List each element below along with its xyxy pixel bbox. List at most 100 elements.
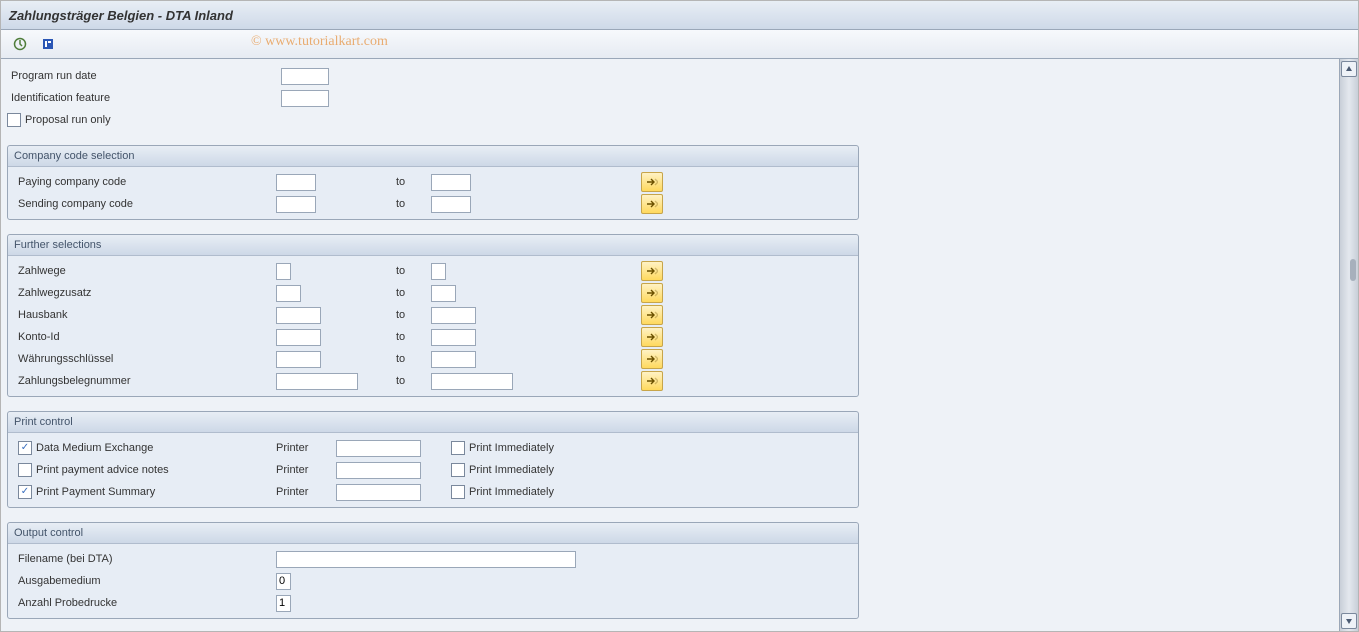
scroll-grip[interactable]	[1350, 259, 1356, 281]
scroll-up-button[interactable]	[1341, 61, 1357, 77]
group-print-control: Print control Data Medium Exchange Printe…	[7, 411, 859, 508]
further-selection-row: Hausbank to	[8, 304, 858, 326]
output-field-label: Ausgabemedium	[18, 575, 276, 587]
further-selection-from-input[interactable]	[276, 285, 301, 302]
printer-label: Printer	[276, 486, 336, 498]
output-field-input[interactable]	[276, 595, 291, 612]
further-selection-multiple-selection-button[interactable]	[641, 327, 663, 347]
further-selection-from-input[interactable]	[276, 351, 321, 368]
further-selection-label: Konto-Id	[18, 331, 276, 343]
print-option-cell: Print payment advice notes	[18, 463, 276, 477]
further-selection-to-input[interactable]	[431, 307, 476, 324]
further-selection-to-label: to	[396, 331, 431, 343]
company-code-label: Sending company code	[18, 198, 276, 210]
further-selection-to-input[interactable]	[431, 285, 456, 302]
further-selection-to-input[interactable]	[431, 263, 446, 280]
further-selection-to-label: to	[396, 287, 431, 299]
group-output-control: Output control Filename (bei DTA) Ausgabe…	[7, 522, 859, 619]
further-selection-from-input[interactable]	[276, 329, 321, 346]
print-control-row: Print Payment Summary Printer Print Immedi…	[8, 481, 858, 503]
company-code-to-input[interactable]	[431, 196, 471, 213]
vertical-scrollbar[interactable]	[1339, 59, 1358, 631]
print-option-checkbox[interactable]	[18, 441, 32, 455]
output-field-input[interactable]	[276, 573, 291, 590]
group-print-control-header: Print control	[8, 412, 858, 433]
group-company-code-header: Company code selection	[8, 146, 858, 167]
print-control-row: Print payment advice notesPrinterPrint I…	[8, 459, 858, 481]
further-selection-multiple-selection-button[interactable]	[641, 283, 663, 303]
print-option-checkbox[interactable]	[18, 463, 32, 477]
output-field-label: Anzahl Probedrucke	[18, 597, 276, 609]
company-code-from-input[interactable]	[276, 196, 316, 213]
further-selection-from-input[interactable]	[276, 263, 291, 280]
print-option-cell: Data Medium Exchange	[18, 441, 276, 455]
company-code-to-label: to	[396, 198, 431, 210]
variant-button[interactable]	[37, 33, 59, 55]
watermark-text: © www.tutorialkart.com	[251, 34, 388, 50]
print-immediately-label: Print Immediately	[469, 464, 554, 476]
proposal-run-checkbox[interactable]	[7, 113, 21, 127]
printer-input[interactable]	[336, 462, 421, 479]
further-selection-to-input[interactable]	[431, 351, 476, 368]
output-control-row: Filename (bei DTA)	[8, 548, 858, 570]
execute-button[interactable]	[9, 33, 31, 55]
further-selection-multiple-selection-button[interactable]	[641, 349, 663, 369]
company-code-multiple-selection-button[interactable]	[641, 194, 663, 214]
company-code-label: Paying company code	[18, 176, 276, 188]
printer-input[interactable]	[336, 440, 421, 457]
company-code-multiple-selection-button[interactable]	[641, 172, 663, 192]
identification-feature-input[interactable]	[281, 90, 329, 107]
scroll-down-button[interactable]	[1341, 613, 1357, 629]
printer-input[interactable]	[336, 484, 421, 501]
further-selection-multiple-selection-button[interactable]	[641, 371, 663, 391]
further-selection-row: Zahlwegzusatz to	[8, 282, 858, 304]
print-immediately-checkbox[interactable]	[451, 441, 465, 455]
further-selection-row: Zahlwege to	[8, 260, 858, 282]
further-selection-to-label: to	[396, 309, 431, 321]
further-selection-label: Zahlwege	[18, 265, 276, 277]
further-selection-to-label: to	[396, 265, 431, 277]
further-selection-to-input[interactable]	[431, 373, 513, 390]
group-company-code: Company code selection Paying company co…	[7, 145, 859, 220]
further-selection-multiple-selection-button[interactable]	[641, 305, 663, 325]
print-immediately-checkbox[interactable]	[451, 463, 465, 477]
further-selection-from-input[interactable]	[276, 307, 321, 324]
printer-label: Printer	[276, 442, 336, 454]
further-selection-to-label: to	[396, 353, 431, 365]
further-selection-label: Hausbank	[18, 309, 276, 321]
further-selection-multiple-selection-button[interactable]	[641, 261, 663, 281]
group-further-selections: Further selections Zahlwege to Zahlwegzus…	[7, 234, 859, 397]
app-window: { "title": "Zahlungsträger Belgien - DTA…	[0, 0, 1359, 632]
print-option-label: Data Medium Exchange	[36, 442, 153, 454]
further-selection-row: Konto-Id to	[8, 326, 858, 348]
print-control-row: Data Medium Exchange Printer Print Immedia…	[8, 437, 858, 459]
print-option-cell: Print Payment Summary	[18, 485, 276, 499]
further-selection-label: Zahlungsbelegnummer	[18, 375, 276, 387]
print-option-label: Print Payment Summary	[36, 486, 155, 498]
program-run-date-label: Program run date	[7, 70, 281, 82]
company-code-row: Paying company codeto	[8, 171, 858, 193]
further-selection-label: Zahlwegzusatz	[18, 287, 276, 299]
proposal-run-label: Proposal run only	[25, 114, 111, 126]
group-further-selections-header: Further selections	[8, 235, 858, 256]
print-immediately-label: Print Immediately	[469, 486, 554, 498]
print-immediately-checkbox[interactable]	[451, 485, 465, 499]
program-run-date-input[interactable]	[281, 68, 329, 85]
further-selection-to-label: to	[396, 375, 431, 387]
print-option-checkbox[interactable]	[18, 485, 32, 499]
output-control-row: Anzahl Probedrucke	[8, 592, 858, 614]
company-code-from-input[interactable]	[276, 174, 316, 191]
company-code-to-input[interactable]	[431, 174, 471, 191]
further-selection-to-input[interactable]	[431, 329, 476, 346]
window-title: Zahlungsträger Belgien - DTA Inland	[9, 8, 233, 23]
further-selection-label: Währungsschlüssel	[18, 353, 276, 365]
identification-feature-label: Identification feature	[7, 92, 281, 104]
further-selection-from-input[interactable]	[276, 373, 358, 390]
company-code-row: Sending company code to	[8, 193, 858, 215]
further-selection-row: Zahlungsbelegnummer to	[8, 370, 858, 392]
output-control-row: Ausgabemedium	[8, 570, 858, 592]
group-output-control-header: Output control	[8, 523, 858, 544]
print-immediately-label: Print Immediately	[469, 442, 554, 454]
output-field-input[interactable]	[276, 551, 576, 568]
application-toolbar: © www.tutorialkart.com	[1, 30, 1358, 59]
